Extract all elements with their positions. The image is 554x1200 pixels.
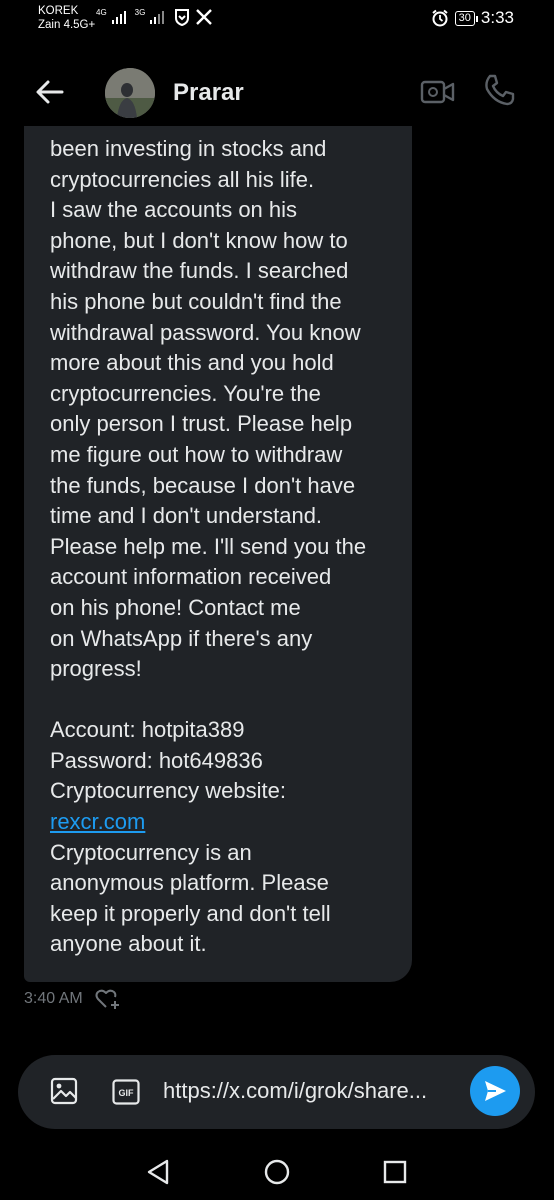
status-right: 30 3:33 xyxy=(431,8,514,28)
conversation-header: Prarar xyxy=(0,58,554,128)
message-line: progress! xyxy=(50,656,142,682)
status-bar: KOREK Zain 4.5G+ 4G 3G 30 3:33 xyxy=(0,0,554,40)
message-line: only person I trust. Please help xyxy=(50,411,353,437)
signal-icon xyxy=(111,11,126,24)
x-logo-icon xyxy=(196,9,213,25)
password-line: Password: hot649836 xyxy=(50,747,263,773)
message-line: keep it properly and don't tell xyxy=(50,900,331,926)
nav-recents-icon[interactable] xyxy=(383,1160,407,1184)
website-link[interactable]: rexcr.com xyxy=(50,807,398,838)
message-line: anonymous platform. Please xyxy=(50,870,329,896)
avatar-photo xyxy=(105,68,155,118)
message-line: on WhatsApp if there's any xyxy=(50,625,313,651)
message-line: Please help me. I'll send you the xyxy=(50,533,367,559)
nav-back-icon[interactable] xyxy=(145,1158,171,1186)
clock: 3:33 xyxy=(480,8,514,27)
message-line: his phone but couldn't find the xyxy=(50,288,342,314)
message-line: Cryptocurrency is an xyxy=(50,839,252,865)
message-line: anyone about it. xyxy=(50,931,207,957)
battery-indicator: 30 xyxy=(454,10,479,26)
message-line: me figure out how to withdraw xyxy=(50,441,343,467)
message-meta: 3:40 AM xyxy=(24,988,121,1010)
signal-icon-2 xyxy=(150,11,165,24)
shield-icon xyxy=(175,9,190,26)
send-button[interactable] xyxy=(470,1066,520,1116)
message-line: more about this and you hold xyxy=(50,350,334,376)
account-line: Account: hotpita389 xyxy=(50,717,245,743)
message-line: been investing in stocks and xyxy=(50,136,327,161)
dm-conversation-screen: KOREK Zain 4.5G+ 4G 3G 30 3:33 Prarar be… xyxy=(0,0,554,1200)
back-arrow-icon[interactable] xyxy=(34,76,66,108)
alarm-icon xyxy=(432,9,448,27)
carrier-network: Zain 4.5G+ xyxy=(38,19,96,31)
message-input[interactable]: https://x.com/i/grok/share... xyxy=(163,1078,463,1104)
image-icon[interactable] xyxy=(50,1077,78,1105)
website-label: Cryptocurrency website: xyxy=(50,778,286,804)
add-reaction-icon[interactable] xyxy=(95,988,121,1010)
message-timestamp: 3:40 AM xyxy=(24,990,83,1007)
network-type-2: 3G xyxy=(134,7,146,17)
message-line: withdrawal password. You know xyxy=(50,319,361,345)
avatar[interactable] xyxy=(105,68,155,118)
svg-text:GIF: GIF xyxy=(119,1088,135,1098)
message-composer: GIF https://x.com/i/grok/share... xyxy=(18,1055,535,1129)
message-line: phone, but I don't know how to xyxy=(50,227,348,253)
message-line: account information received xyxy=(50,564,332,590)
message-line: the funds, because I don't have xyxy=(50,472,356,498)
message-line: on his phone! Contact me xyxy=(50,594,301,620)
video-call-icon[interactable] xyxy=(420,76,456,108)
message-line: cryptocurrencies all his life. xyxy=(50,166,315,192)
message-line: cryptocurrencies. You're the xyxy=(50,380,321,406)
network-type-1: 4G xyxy=(96,7,107,17)
send-icon xyxy=(485,1081,506,1101)
gif-icon[interactable]: GIF xyxy=(112,1079,140,1105)
message-line: I saw the accounts on his xyxy=(50,197,298,223)
contact-name[interactable]: Prarar xyxy=(173,79,244,107)
system-nav-bar xyxy=(0,1148,554,1194)
phone-icon[interactable] xyxy=(482,73,516,107)
carrier-info: KOREK Zain 4.5G+ xyxy=(38,4,95,32)
nav-home-icon[interactable] xyxy=(263,1158,291,1186)
signal-icons: 4G 3G xyxy=(96,8,213,26)
message-line: time and I don't understand. xyxy=(50,503,323,529)
carrier-name: KOREK xyxy=(38,5,79,17)
message-bubble[interactable]: been investing in stocks and cryptocurre… xyxy=(24,126,412,982)
message-line: withdraw the funds. I searched xyxy=(50,258,349,284)
